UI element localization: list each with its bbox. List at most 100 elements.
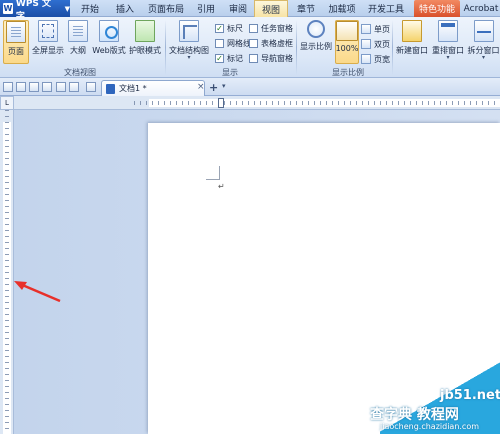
save-icon[interactable]: [16, 82, 26, 92]
split-window-icon: [473, 20, 494, 42]
table-gridlines-checkbox-label: 表格虚框: [261, 39, 293, 48]
arrange-windows-button[interactable]: 重排窗口 ▾: [431, 20, 465, 64]
checkbox-unchecked-icon: [249, 54, 258, 63]
menu-tab-view[interactable]: 视图: [254, 0, 288, 18]
page-view-label: 页面: [8, 47, 24, 56]
zoom-100-button[interactable]: 100%: [335, 20, 359, 64]
tab-list-chevron-icon[interactable]: ▾: [222, 82, 226, 90]
paragraph-mark: ↵: [218, 182, 225, 191]
markup-checkbox[interactable]: ✓ 标记: [215, 53, 243, 64]
indent-marker[interactable]: [218, 98, 224, 108]
document-icon: [106, 83, 115, 94]
doc-map-button[interactable]: 文档结构图 ▾: [168, 20, 210, 64]
web-layout-button[interactable]: Web版式: [92, 20, 126, 64]
nav-pane-checkbox[interactable]: 导航窗格: [249, 53, 293, 64]
close-tab-icon[interactable]: ×: [197, 82, 205, 92]
menu-tab-references[interactable]: 引用: [190, 0, 222, 17]
markup-checkbox-label: 标记: [227, 54, 243, 63]
wps-logo-icon: W: [3, 3, 13, 14]
print-preview-icon[interactable]: [42, 82, 52, 92]
new-tab-button[interactable]: +: [209, 81, 218, 94]
page-width-button[interactable]: 页宽: [361, 53, 390, 65]
vertical-ruler[interactable]: [0, 110, 14, 434]
group-separator: [296, 20, 297, 75]
checkbox-unchecked-icon: [215, 39, 224, 48]
undo-icon[interactable]: [56, 82, 66, 92]
two-page-icon: [361, 39, 371, 49]
menu-tab-acrobat[interactable]: Acrobat: [462, 0, 500, 17]
outline-view-button[interactable]: 大纲: [67, 20, 89, 64]
web-layout-label: Web版式: [92, 46, 126, 55]
outline-label: 大纲: [70, 46, 86, 55]
menu-tab-review[interactable]: 审阅: [222, 0, 254, 17]
menu-bar: W WPS 文字 ▼ 开始 插入 页面布局 引用 审阅 视图 章节 加载项 开发…: [0, 0, 500, 22]
eye-protection-label: 护眼模式: [129, 46, 161, 55]
page-view-button[interactable]: 页面: [3, 20, 29, 64]
menu-tab-page-layout[interactable]: 页面布局: [142, 0, 190, 17]
group-label-show: 显示: [222, 68, 238, 77]
group-label-doc-view: 文档视图: [64, 68, 96, 77]
new-window-button[interactable]: 新建窗口: [395, 20, 429, 64]
outline-icon: [68, 20, 88, 42]
chevron-down-icon: ▼: [64, 4, 70, 13]
new-window-label: 新建窗口: [396, 46, 428, 55]
table-gridlines-checkbox[interactable]: 表格虚框: [249, 38, 293, 49]
customize-toolbar-icon[interactable]: [86, 82, 96, 92]
annotation-arrow-icon: [14, 281, 61, 303]
tab-stop-selector[interactable]: L: [0, 96, 14, 110]
split-window-button[interactable]: 拆分窗口 ▾: [467, 20, 500, 64]
print-icon[interactable]: [29, 82, 39, 92]
fullscreen-icon: [38, 20, 58, 42]
gridlines-checkbox[interactable]: 网格线: [215, 38, 251, 49]
document-tab-title: 文档1 *: [119, 84, 147, 93]
document-tab[interactable]: 文档1 *: [101, 80, 205, 96]
task-pane-checkbox-label: 任务窗格: [261, 24, 293, 33]
zoom-button[interactable]: 显示比例: [299, 20, 333, 64]
fullscreen-label: 全屏显示: [32, 46, 64, 55]
margin-corner-mark: [206, 166, 220, 180]
menu-tab-chapter[interactable]: 章节: [290, 0, 322, 17]
ruler-ticks: [5, 110, 9, 434]
arrange-windows-icon: [438, 20, 458, 42]
quick-access-toolbar: [0, 78, 500, 96]
wps-app-menu-button[interactable]: W WPS 文字 ▼: [0, 0, 70, 22]
fullscreen-button[interactable]: 全屏显示: [31, 20, 65, 64]
chevron-down-icon: ▾: [446, 54, 450, 61]
single-page-button[interactable]: 单页: [361, 23, 390, 35]
checkbox-checked-icon: ✓: [215, 54, 224, 63]
gridlines-checkbox-label: 网格线: [227, 39, 251, 48]
eye-protection-button[interactable]: 护眼模式: [128, 20, 162, 64]
zoom-100-label: 100%: [335, 44, 359, 53]
zoom-label: 显示比例: [300, 42, 332, 51]
checkbox-checked-icon: ✓: [215, 24, 224, 33]
redo-icon[interactable]: [69, 82, 79, 92]
web-layout-icon: [99, 20, 119, 42]
menu-tab-insert[interactable]: 插入: [108, 0, 142, 17]
menu-tab-home[interactable]: 开始: [72, 0, 108, 17]
new-window-icon: [402, 20, 422, 42]
menu-tab-special-features[interactable]: 特色功能: [414, 0, 460, 17]
eye-protection-icon: [135, 20, 155, 42]
page-view-icon: [6, 21, 26, 43]
doc-map-icon: [179, 20, 199, 42]
horizontal-ruler[interactable]: [14, 96, 500, 110]
group-separator: [165, 20, 166, 75]
ruler-ticks: [134, 101, 500, 105]
two-page-button[interactable]: 双页: [361, 38, 390, 50]
page-width-label: 页宽: [374, 54, 390, 64]
watermark-name: 查字典 教程网: [370, 407, 459, 423]
single-page-icon: [361, 24, 371, 34]
task-pane-checkbox[interactable]: 任务窗格: [249, 23, 293, 34]
checkbox-unchecked-icon: [249, 24, 258, 33]
ribbon-view: 页面 全屏显示 大纲 Web版式 护眼模式 文档视图 文档结构图 ▾ ✓ 标尺 …: [0, 17, 500, 78]
two-page-label: 双页: [374, 39, 390, 49]
menu-tab-addins[interactable]: 加载项: [322, 0, 362, 17]
open-folder-icon[interactable]: [3, 82, 13, 92]
ruler-checkbox[interactable]: ✓ 标尺: [215, 23, 243, 34]
magnifier-icon: [307, 20, 325, 38]
ruler-checkbox-label: 标尺: [227, 24, 243, 33]
chevron-down-icon: ▾: [187, 54, 191, 61]
group-separator: [392, 20, 393, 75]
nav-pane-checkbox-label: 导航窗格: [261, 54, 293, 63]
menu-tab-developer[interactable]: 开发工具: [362, 0, 410, 17]
